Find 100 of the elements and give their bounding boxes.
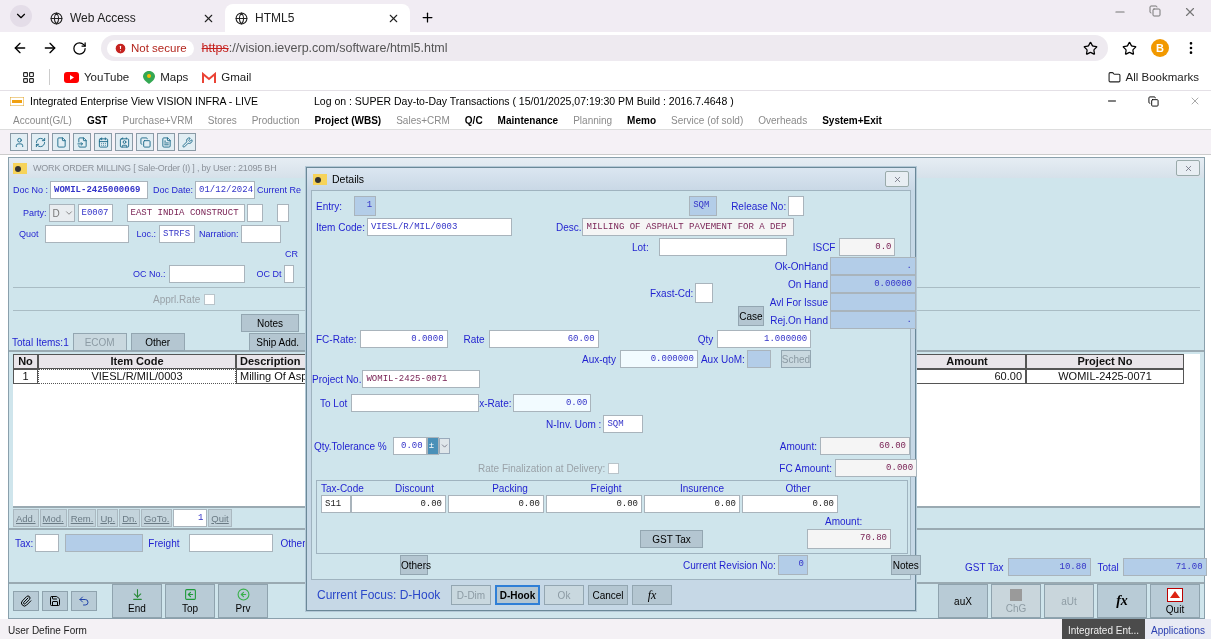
list-button[interactable] (157, 133, 175, 151)
location-field[interactable]: STRFS (159, 225, 196, 243)
dialog-button[interactable]: Cancel (588, 585, 628, 605)
attach-button[interactable] (13, 591, 39, 611)
forward-icon[interactable] (42, 40, 58, 56)
party-type-dropdown[interactable]: D (48, 204, 75, 222)
star-icon[interactable] (1122, 40, 1137, 56)
all-bookmarks-link[interactable]: All Bookmarks (1107, 70, 1199, 84)
qty-field[interactable]: 1.000000 (717, 330, 812, 348)
dialog-button[interactable]: fx (632, 585, 672, 605)
browser-tab[interactable]: HTML5 (225, 4, 410, 32)
nav-button[interactable]: Prv (218, 584, 268, 618)
menu-item[interactable]: Maintenance (497, 114, 559, 126)
action-button[interactable]: auX (938, 584, 988, 618)
tax-field[interactable]: 0.00 (351, 495, 446, 513)
back-icon[interactable] (12, 40, 28, 56)
x-rate-field[interactable]: 0.00 (513, 394, 592, 412)
taskbar-item[interactable]: Integrated Ent... (1061, 619, 1146, 639)
dialog-button[interactable]: D-Hook (495, 585, 540, 605)
restore-icon[interactable] (1148, 95, 1159, 107)
case-button[interactable]: Case (738, 306, 764, 326)
bookmark-link[interactable]: Gmail (202, 71, 252, 83)
project-no-field[interactable]: WOMIL-2425-0071 (362, 370, 481, 388)
menu-item[interactable]: Q/C (464, 114, 483, 126)
security-chip[interactable]: Not secure (107, 39, 194, 57)
notes-button[interactable]: Notes (890, 555, 921, 575)
aux-qty-field[interactable]: 0.000000 (619, 350, 698, 368)
wrench-button[interactable] (178, 133, 196, 151)
oc-date-field[interactable] (283, 265, 294, 283)
uom-field[interactable]: SQM (603, 415, 644, 433)
field-label: FC Amount: (779, 462, 833, 474)
reload-icon[interactable] (72, 40, 87, 56)
notes-button[interactable]: Notes (241, 314, 299, 332)
ship-address-button[interactable]: Ship Add. (248, 333, 307, 351)
menu-item[interactable]: Project (WBS) (314, 114, 382, 126)
copy-button[interactable] (136, 133, 154, 151)
tax-field[interactable]: 0.00 (448, 495, 544, 513)
menu-item[interactable]: GST (86, 114, 108, 126)
table-cell: 1 (13, 369, 38, 384)
oc-no-field[interactable] (168, 265, 245, 283)
bookmark-star-icon[interactable] (1083, 40, 1098, 56)
gst-tax-button[interactable]: GST Tax (640, 530, 703, 548)
menu-item[interactable]: System+Exit (822, 114, 882, 126)
close-button[interactable] (885, 171, 909, 187)
menu-item[interactable]: Memo (627, 114, 656, 126)
globe-icon (235, 11, 248, 25)
address-bar[interactable]: Not secure https://vision.ieverp.com/software/html5.html (101, 35, 1108, 61)
calendar-button[interactable] (94, 133, 112, 151)
tax-field[interactable]: S11 (321, 495, 351, 513)
checkbox[interactable] (204, 293, 216, 305)
to-lot-field[interactable] (351, 394, 480, 412)
tax-field[interactable]: 0.00 (644, 495, 740, 513)
person-button[interactable] (10, 133, 28, 151)
quot-field[interactable] (44, 225, 129, 243)
narration-field[interactable] (240, 225, 281, 243)
doc-date-field[interactable]: 01/12/2024 (195, 181, 256, 199)
doc-no-field[interactable]: WOMIL-2425000069 (50, 181, 148, 199)
freight-field[interactable] (189, 534, 274, 552)
tax-field[interactable] (35, 534, 60, 552)
contact-button[interactable] (115, 133, 133, 151)
fxast-code-field[interactable] (695, 283, 714, 303)
taskbar-item[interactable]: Applications (1145, 619, 1211, 639)
stock-value: . (830, 311, 916, 329)
goto-field[interactable]: 1 (173, 509, 208, 527)
nav-button[interactable]: Top (165, 584, 215, 618)
release-no-field[interactable] (788, 196, 805, 216)
nav-button[interactable]: End (112, 584, 162, 618)
document-button[interactable] (52, 133, 70, 151)
bookmark-link[interactable]: Maps (143, 70, 189, 84)
paperclip-icon (20, 595, 32, 607)
tax-field[interactable]: 0.00 (742, 495, 838, 513)
new-tab-icon[interactable] (420, 10, 435, 25)
tolerance-field[interactable]: 0.00 (392, 437, 427, 455)
action-button[interactable]: fx (1097, 584, 1147, 618)
tax-field[interactable]: 0.00 (546, 495, 642, 513)
dropdown-icon[interactable] (438, 438, 450, 454)
item-code-field[interactable]: VIESL/R/MIL/0003 (366, 218, 512, 236)
field-label: Ok-OnHand (774, 260, 828, 272)
description-field[interactable]: MILLING OF ASPHALT PAVEMENT FOR A DEP (582, 218, 795, 236)
rate-field[interactable]: 60.00 (488, 330, 599, 348)
tab-list-button[interactable] (10, 5, 32, 27)
apps-icon[interactable] (22, 70, 35, 84)
refresh-button[interactable] (31, 133, 49, 151)
bookmark-link[interactable]: YouTube (64, 71, 130, 83)
input-field[interactable] (246, 204, 263, 222)
close-button[interactable] (1176, 160, 1200, 176)
save-button[interactable] (42, 591, 68, 611)
form-button[interactable]: Other (130, 333, 185, 351)
lot-field[interactable] (658, 238, 787, 256)
tax-name-field[interactable] (65, 534, 144, 552)
input-field[interactable] (276, 204, 289, 222)
party-code-field[interactable]: E0007 (77, 204, 113, 222)
column-header: Insurence (679, 482, 725, 494)
action-button[interactable]: Quit (1150, 584, 1200, 618)
import-button[interactable] (73, 133, 91, 151)
checkbox[interactable] (608, 462, 620, 474)
browser-tab[interactable]: Web Access (40, 4, 225, 32)
party-name-field[interactable]: EAST INDIA CONSTRUCT (126, 204, 245, 222)
field-label: x-Rate: (479, 397, 512, 409)
fc-rate-field[interactable]: 0.0000 (359, 330, 448, 348)
